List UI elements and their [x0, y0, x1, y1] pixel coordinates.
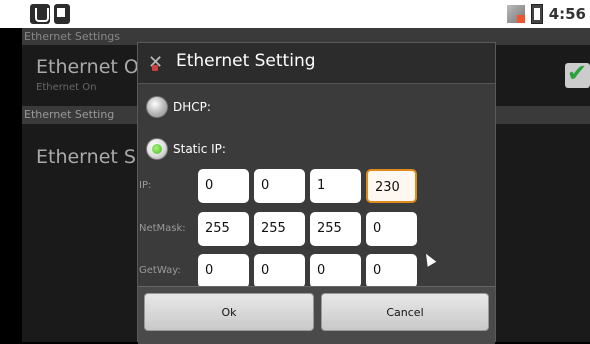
- tools-icon: [148, 53, 168, 73]
- clock: 4:56: [548, 5, 586, 23]
- dialog-title-bar: Ethernet Setting: [138, 43, 495, 84]
- ethernet-on-summary: Ethernet On: [36, 82, 97, 93]
- battery-icon: [530, 4, 543, 24]
- no-signal-icon: [506, 5, 525, 23]
- usb-icon: [30, 4, 50, 24]
- static-ip-radio[interactable]: [146, 138, 168, 160]
- netmask-octet-1[interactable]: 255: [198, 212, 249, 246]
- dhcp-radio[interactable]: [146, 96, 168, 118]
- gateway-octet-3[interactable]: 0: [310, 254, 361, 288]
- netmask-octet-2[interactable]: 255: [254, 212, 305, 246]
- netmask-label: NetMask:: [139, 223, 186, 234]
- ethernet-setting-dialog: Ethernet Setting DHCP: Static IP: IP: 0 …: [137, 42, 496, 344]
- checkmark-icon: ✔: [567, 59, 588, 87]
- gateway-label: GetWay:: [139, 265, 181, 276]
- gateway-octet-2[interactable]: 0: [254, 254, 305, 288]
- sd-card-icon: [54, 4, 70, 24]
- dhcp-label: DHCP:: [173, 100, 211, 114]
- static-ip-label: Static IP:: [173, 142, 226, 156]
- dialog-button-bar: Ok Cancel: [138, 286, 495, 344]
- ip-octet-4[interactable]: 230: [366, 169, 417, 203]
- static-ip-option[interactable]: Static IP:: [146, 134, 226, 164]
- dialog-title: Ethernet Setting: [176, 51, 316, 71]
- gateway-octet-4[interactable]: 0: [366, 254, 417, 288]
- status-bar: 4:56: [0, 0, 590, 28]
- netmask-octet-3[interactable]: 255: [310, 212, 361, 246]
- ethernet-on-title[interactable]: Ethernet On: [36, 56, 151, 78]
- ethernet-on-checkbox[interactable]: ✔: [565, 59, 590, 88]
- ip-octet-3[interactable]: 1: [310, 169, 361, 203]
- ip-octet-1[interactable]: 0: [198, 169, 249, 203]
- gateway-octet-1[interactable]: 0: [198, 254, 249, 288]
- dhcp-option[interactable]: DHCP:: [146, 92, 211, 122]
- cancel-button[interactable]: Cancel: [321, 293, 489, 331]
- ok-button[interactable]: Ok: [144, 293, 314, 331]
- netmask-octet-4[interactable]: 0: [366, 212, 417, 246]
- ip-octet-2[interactable]: 0: [254, 169, 305, 203]
- ip-label: IP:: [139, 180, 152, 191]
